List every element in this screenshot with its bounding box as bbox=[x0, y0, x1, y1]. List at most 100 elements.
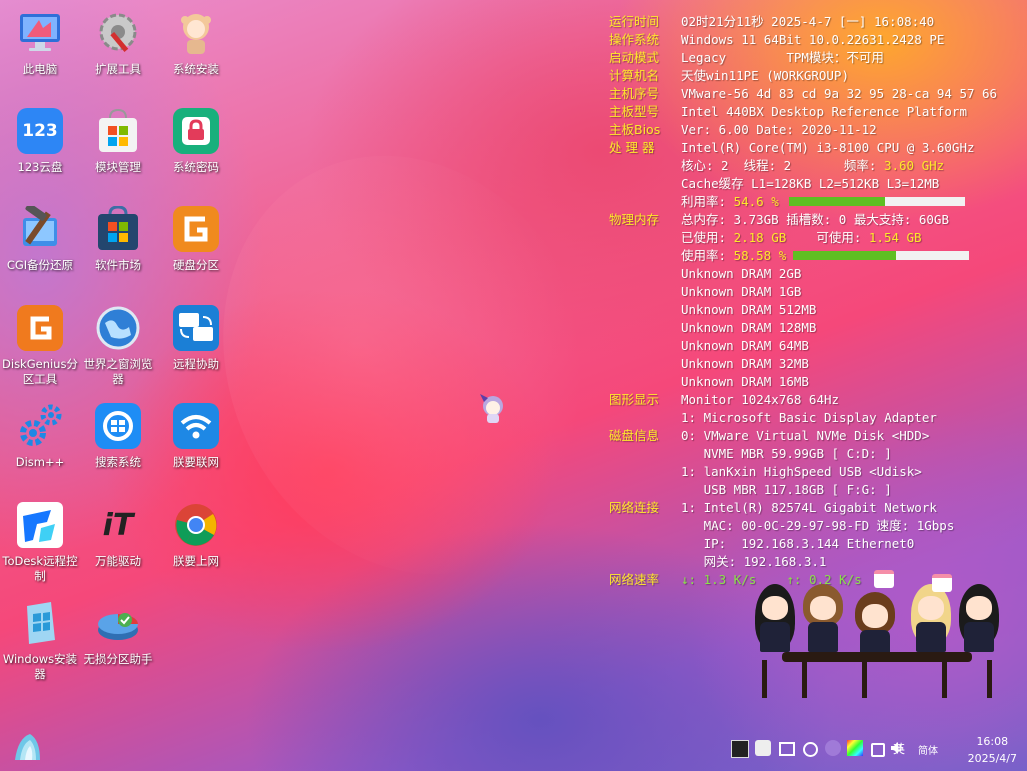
software-store-icon bbox=[95, 206, 141, 252]
info-key: 主机序号 bbox=[609, 86, 660, 101]
desktop-icon-cgi-backup[interactable]: CGI备份还原 bbox=[0, 206, 80, 273]
search-icon[interactable] bbox=[803, 742, 818, 757]
mem-usage-bar-fill bbox=[793, 251, 897, 260]
mem-usage-value: 58.58 % bbox=[733, 248, 787, 263]
info-key: 操作系统 bbox=[609, 32, 660, 47]
desktop-icon-theworld-browser[interactable]: 世界之窗浏览器 bbox=[78, 305, 158, 387]
cpu-cores-text: 核心: 2 线程: 2 频率: bbox=[681, 158, 884, 173]
info-row-disk0: 磁盘信息 0: VMware Virtual NVMe Disk <HDD> bbox=[609, 427, 1021, 445]
desktop-icon-todesk[interactable]: ToDesk远程控制 bbox=[0, 502, 80, 584]
diskgenius-icon bbox=[17, 305, 63, 351]
desktop-icon-search-system[interactable]: 搜索系统 bbox=[78, 403, 158, 470]
info-row-board: 主板型号 Intel 440BX Desktop Reference Platfo… bbox=[609, 103, 1021, 121]
dram-row: Unknown DRAM 16MB bbox=[609, 373, 1021, 391]
info-value: 02时21分11秒 2025-4-7 [一] 16:08:40 bbox=[681, 14, 935, 29]
dram-module: Unknown DRAM 64MB bbox=[681, 338, 809, 353]
info-value: VMware-56 4d 83 cd 9a 32 95 28-ca 94 57 … bbox=[681, 86, 998, 101]
table-leg bbox=[802, 660, 807, 698]
info-row-mem-used: 已使用: 2.18 GB 可使用: 1.54 GB bbox=[609, 229, 1021, 247]
search-system-icon bbox=[95, 403, 141, 449]
dram-row: Unknown DRAM 32MB bbox=[609, 355, 1021, 373]
monitor-icon[interactable] bbox=[779, 742, 795, 756]
mem-usage-bar bbox=[793, 251, 970, 260]
info-value: Intel 440BX Desktop Reference Platform bbox=[681, 104, 967, 119]
info-row-serial: 主机序号 VMware-56 4d 83 cd 9a 32 95 28-ca 94… bbox=[609, 85, 1021, 103]
desktop-icon-this-pc[interactable]: 此电脑 bbox=[0, 10, 80, 77]
chibi-sticker-icon bbox=[478, 392, 508, 424]
desktop-icon-partition-assistant[interactable]: 无损分区助手 bbox=[78, 600, 158, 667]
desktop-icon-disk-partition[interactable]: 硬盘分区 bbox=[156, 206, 236, 273]
chair-leg bbox=[762, 660, 767, 698]
desktop-icon-remote-assist[interactable]: 远程协助 bbox=[156, 305, 236, 372]
vm-tools-icon[interactable] bbox=[731, 740, 749, 758]
desktop-icon-label: Windows安装器 bbox=[2, 652, 78, 681]
desktop-icon-label: CGI备份还原 bbox=[6, 258, 74, 272]
desktop-icon-label: 无损分区助手 bbox=[83, 652, 153, 666]
info-key: 主板Bios bbox=[609, 122, 661, 137]
desktop-icon-123-cloud[interactable]: 123 123云盘 bbox=[0, 108, 80, 175]
info-value: Windows 11 64Bit 10.0.22631.2428 PE bbox=[681, 32, 945, 47]
ime-variant[interactable]: 简体 bbox=[918, 742, 938, 757]
desktop-icon-wifi-connect[interactable]: 朕要联网 bbox=[156, 403, 236, 470]
cpu-cache: Cache缓存 L1=128KB L2=512KB L3=12MB bbox=[681, 176, 940, 191]
color-palette-icon[interactable] bbox=[847, 740, 863, 756]
ime-mode[interactable]: 英 bbox=[893, 740, 905, 757]
info-row-boot: 启动模式 Legacy TPM模块：不可用 bbox=[609, 49, 1021, 67]
cake-icon bbox=[874, 570, 894, 588]
desktop-icon-diskgenius[interactable]: DiskGenius分区工具 bbox=[0, 305, 80, 387]
info-key: 启动模式 bbox=[609, 50, 660, 65]
anime-girl-figure bbox=[908, 584, 954, 652]
desktop-icon-chrome[interactable]: 朕要上网 bbox=[156, 502, 236, 569]
taskbar-clock[interactable]: 16:08 2025/4/7 bbox=[968, 733, 1017, 767]
info-key: 磁盘信息 bbox=[609, 428, 660, 443]
lock-icon[interactable] bbox=[871, 743, 885, 757]
start-button[interactable] bbox=[10, 730, 44, 764]
cake-icon bbox=[932, 574, 952, 592]
anime-girl-figure bbox=[852, 592, 898, 660]
desktop-icon-software-market[interactable]: 软件市场 bbox=[78, 206, 158, 273]
disk-detail: USB MBR 117.18GB [ F:G: ] bbox=[681, 482, 892, 497]
desktop-icon-system-install[interactable]: 系统安装 bbox=[156, 10, 236, 77]
cpu-usage-value: 54.6 % bbox=[733, 194, 779, 209]
info-key: 物理内存 bbox=[609, 212, 660, 227]
desktop-icon-label: 远程协助 bbox=[173, 357, 219, 371]
it-driver-icon: iT bbox=[95, 502, 141, 548]
desktop-icon-extension-tools[interactable]: 扩展工具 bbox=[78, 10, 158, 77]
info-row-uptime: 运行时间 02时21分11秒 2025-4-7 [一] 16:08:40 bbox=[609, 13, 1021, 31]
colorful-circle-icon[interactable] bbox=[825, 740, 841, 756]
cpu-usage-bar-fill bbox=[788, 197, 885, 206]
hammer-icon bbox=[17, 206, 63, 252]
desktop-icon-dism[interactable]: Dism++ bbox=[0, 403, 80, 470]
dram-module: Unknown DRAM 16MB bbox=[681, 374, 809, 389]
info-row-mem-total: 物理内存 总内存: 3.73GB 插槽数: 0 最大支持: 60GB bbox=[609, 211, 1021, 229]
dram-row: Unknown DRAM 1GB bbox=[609, 283, 1021, 301]
info-row-cpu-usage: 利用率: 54.6 % bbox=[609, 193, 1021, 211]
dram-module: Unknown DRAM 32MB bbox=[681, 356, 809, 371]
desktop-icon-label: Dism++ bbox=[15, 455, 65, 469]
info-row-ip: IP: 192.168.3.144 Ethernet0 bbox=[609, 535, 1021, 553]
desktop-icon-system-password[interactable]: 系统密码 bbox=[156, 108, 236, 175]
desktop-icon-label: DiskGenius分区工具 bbox=[2, 357, 78, 386]
desktop-icon-windows-installer[interactable]: Windows安装器 bbox=[0, 600, 80, 682]
table-leg bbox=[862, 660, 867, 698]
tools-icon bbox=[95, 10, 141, 56]
disk-name: 1: lanKxin HighSpeed USB <Udisk> bbox=[681, 464, 922, 479]
dram-row: Unknown DRAM 128MB bbox=[609, 319, 1021, 337]
mem-usage-label: 使用率: bbox=[681, 248, 734, 263]
safe-remove-icon[interactable] bbox=[755, 740, 771, 756]
info-row-cores: 核心: 2 线程: 2 频率: 3.60 GHz bbox=[609, 157, 1021, 175]
clock-date: 2025/4/7 bbox=[967, 752, 1017, 765]
desktop-icon-label: 扩展工具 bbox=[95, 62, 141, 76]
info-row-gateway: 网关: 192.168.3.1 bbox=[609, 553, 1021, 571]
info-row-gpu: 图形显示 Monitor 1024x768 64Hz bbox=[609, 391, 1021, 409]
dram-module: Unknown DRAM 128MB bbox=[681, 320, 817, 335]
desktop-icon-module-manager[interactable]: 模块管理 bbox=[78, 108, 158, 175]
info-key: 主板型号 bbox=[609, 104, 660, 119]
dram-module: Unknown DRAM 1GB bbox=[681, 284, 802, 299]
info-value: 总内存: 3.73GB 插槽数: 0 最大支持: 60GB bbox=[681, 212, 949, 227]
desktop-icon-label: 模块管理 bbox=[95, 160, 141, 174]
desktop-icon-universal-driver[interactable]: iT 万能驱动 bbox=[78, 502, 158, 569]
remote-assist-icon bbox=[173, 305, 219, 351]
system-info-panel: 运行时间 02时21分11秒 2025-4-7 [一] 16:08:40 操作系统… bbox=[609, 13, 1021, 589]
info-row-hostname: 计算机名 天使win11PE (WORKGROUP) bbox=[609, 67, 1021, 85]
